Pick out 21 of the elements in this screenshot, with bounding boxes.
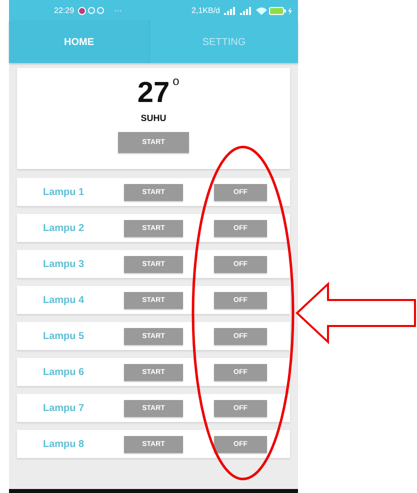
lamp-name: Lampu 5: [42, 330, 86, 342]
signal-icon: [224, 6, 238, 14]
lamp-name: Lampu 6: [42, 366, 86, 378]
lamp-name: Lampu 7: [42, 402, 86, 414]
battery-icon: [269, 6, 286, 14]
more-indicator: ···: [114, 6, 122, 15]
wifi-icon: [256, 6, 267, 14]
network-speed: 2,1KB/d: [192, 6, 220, 15]
lamp-name: Lampu 3: [42, 258, 86, 270]
tab[interactable]: HOME: [9, 21, 150, 63]
lamp-name: Lampu 4: [42, 294, 86, 306]
status-time: 22:29: [54, 6, 74, 15]
lamp-name: Lampu 8: [42, 438, 86, 450]
signal-icon: [240, 6, 254, 14]
lamp-name: Lampu 1: [42, 186, 86, 198]
temperature-value: 27: [137, 77, 170, 109]
lamp-name: Lampu 2: [42, 222, 86, 234]
temperature-label: SUHU: [140, 113, 166, 123]
charging-icon: [288, 6, 292, 14]
degree-sign: o: [172, 74, 180, 88]
tab[interactable]: SETTING: [150, 21, 298, 63]
